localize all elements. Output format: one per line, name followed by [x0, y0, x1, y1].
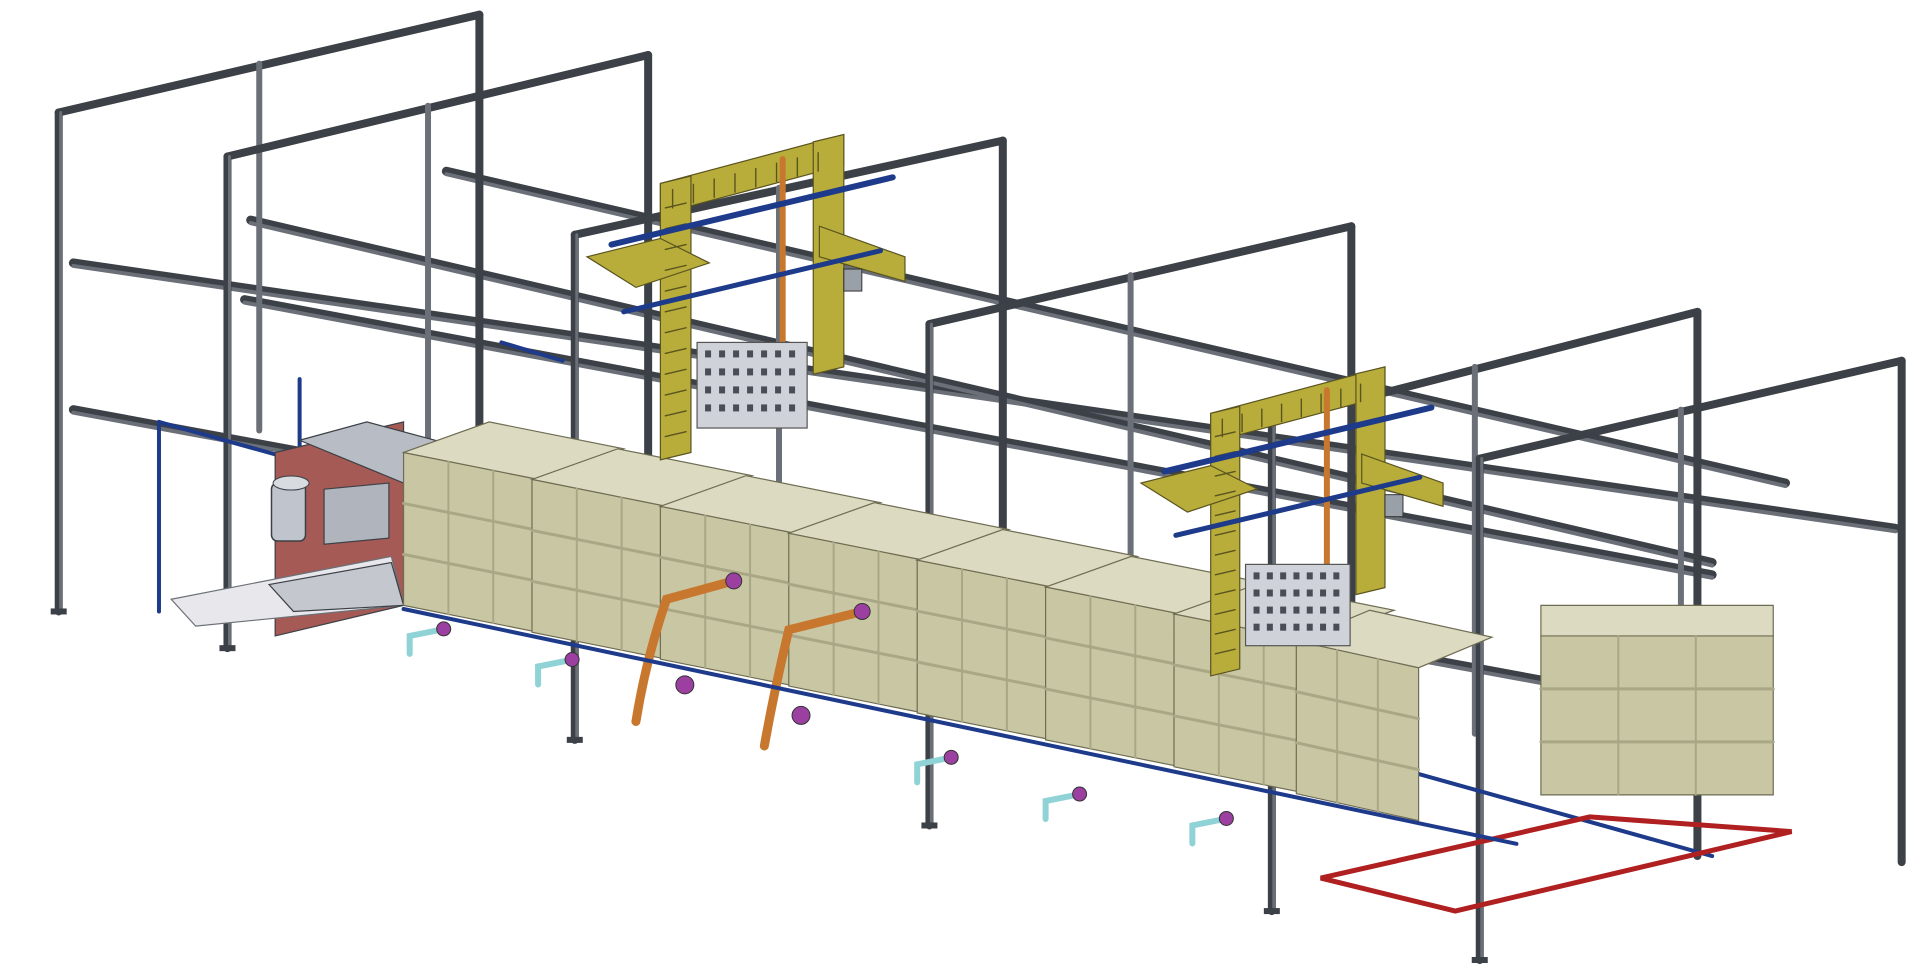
basket-hole [1253, 606, 1260, 614]
basket-hole [1333, 589, 1340, 597]
basket-hole [1293, 589, 1300, 597]
basket-hole [789, 350, 796, 358]
foot-plate [219, 645, 236, 652]
basket-hole [747, 368, 754, 376]
basket-hole [1333, 606, 1340, 614]
basket-hole [1280, 623, 1287, 631]
portal-top-beam [1475, 356, 1906, 463]
basket-hole [1280, 589, 1287, 597]
basket-hole [775, 350, 782, 358]
basket-hole [1320, 606, 1327, 614]
plating-tank-icon-top [1540, 604, 1774, 637]
basket-hole [733, 386, 740, 394]
basket-hole [747, 350, 754, 358]
hoist-motor [1384, 494, 1404, 518]
portal-top-beam [925, 222, 1356, 329]
drain-valve-icon [564, 651, 580, 667]
basket-hole [1320, 589, 1327, 597]
drain-valve-icon [1218, 810, 1234, 826]
basket-hole [1280, 606, 1287, 614]
basket-hole [761, 404, 768, 412]
portal-top-beam [223, 51, 653, 161]
basket-hole [733, 404, 740, 412]
basket-hole [1266, 572, 1273, 580]
basket-hole [705, 368, 712, 376]
drain-valve-icon [853, 602, 871, 620]
plating-tank-icon [1540, 635, 1774, 796]
basket-hole [789, 404, 796, 412]
basket-hole [789, 386, 796, 394]
plating-tank-icon [402, 451, 539, 633]
drain-valve-icon [436, 621, 452, 637]
drain-fitting [1189, 816, 1226, 847]
drain-fitting [406, 626, 443, 657]
basket-hole [747, 386, 754, 394]
drain-fitting [535, 657, 572, 688]
red-base-frame [1320, 814, 1793, 914]
basket-hole [775, 386, 782, 394]
drain-valve-icon [791, 705, 811, 725]
basket-hole [1333, 623, 1340, 631]
pump-motor-icon [270, 482, 307, 542]
drain-fitting [1042, 792, 1079, 823]
basket-hole [1306, 606, 1313, 614]
basket-hole [1253, 623, 1260, 631]
basket-hole [1293, 572, 1300, 580]
basket-hole [719, 404, 726, 412]
basket-hole [775, 404, 782, 412]
plating-line-drawing [50, 10, 1906, 964]
basket-hole [705, 404, 712, 412]
basket-hole [1266, 589, 1273, 597]
gantry-left-leg [1210, 405, 1241, 677]
basket-hole [747, 404, 754, 412]
hoist-motor [843, 268, 863, 292]
basket-hole [1266, 606, 1273, 614]
basket-hole [1306, 572, 1313, 580]
basket-hole [705, 350, 712, 358]
basket-hole [1293, 623, 1300, 631]
foot-plate [921, 822, 938, 829]
foot-plate [566, 736, 583, 743]
red-floor-frame [1320, 814, 1793, 914]
basket-hole [733, 350, 740, 358]
basket-hole [761, 386, 768, 394]
drain-valve-icon [943, 749, 959, 765]
basket-hole [705, 386, 712, 394]
basket-hole [1253, 572, 1260, 580]
basket-hole [1253, 589, 1260, 597]
basket-hole [1293, 606, 1300, 614]
basket-hole [1306, 623, 1313, 631]
drain-valve-icon [725, 572, 743, 590]
drain-valve-icon [675, 675, 695, 695]
drain-valve-icon [1072, 786, 1088, 802]
basket-hole [1306, 589, 1313, 597]
basket-hole [1333, 572, 1340, 580]
pump-motor-cap [272, 475, 310, 491]
basket-hole [775, 368, 782, 376]
basket-hole [1320, 572, 1327, 580]
pump-volute [323, 482, 390, 545]
basket-hole [1280, 572, 1287, 580]
basket-hole [719, 368, 726, 376]
basket-hole [789, 368, 796, 376]
plating-tank-icon [1045, 586, 1181, 768]
basket-hole [719, 350, 726, 358]
gantry-left-leg [659, 175, 692, 461]
plating-tank-icon [1295, 640, 1420, 822]
basket-hole [761, 350, 768, 358]
foot-plate [1471, 957, 1488, 963]
basket-hole [1266, 623, 1273, 631]
portal-top-beam [54, 10, 484, 117]
basket-hole [719, 386, 726, 394]
basket-hole [761, 368, 768, 376]
foot-plate [1263, 908, 1280, 915]
plating-tank-icon [916, 559, 1053, 741]
cad-scene [0, 0, 1920, 980]
basket-hole [1320, 623, 1327, 631]
basket-hole [733, 368, 740, 376]
plating-tank-icon [531, 478, 668, 660]
foot-plate [50, 608, 67, 615]
